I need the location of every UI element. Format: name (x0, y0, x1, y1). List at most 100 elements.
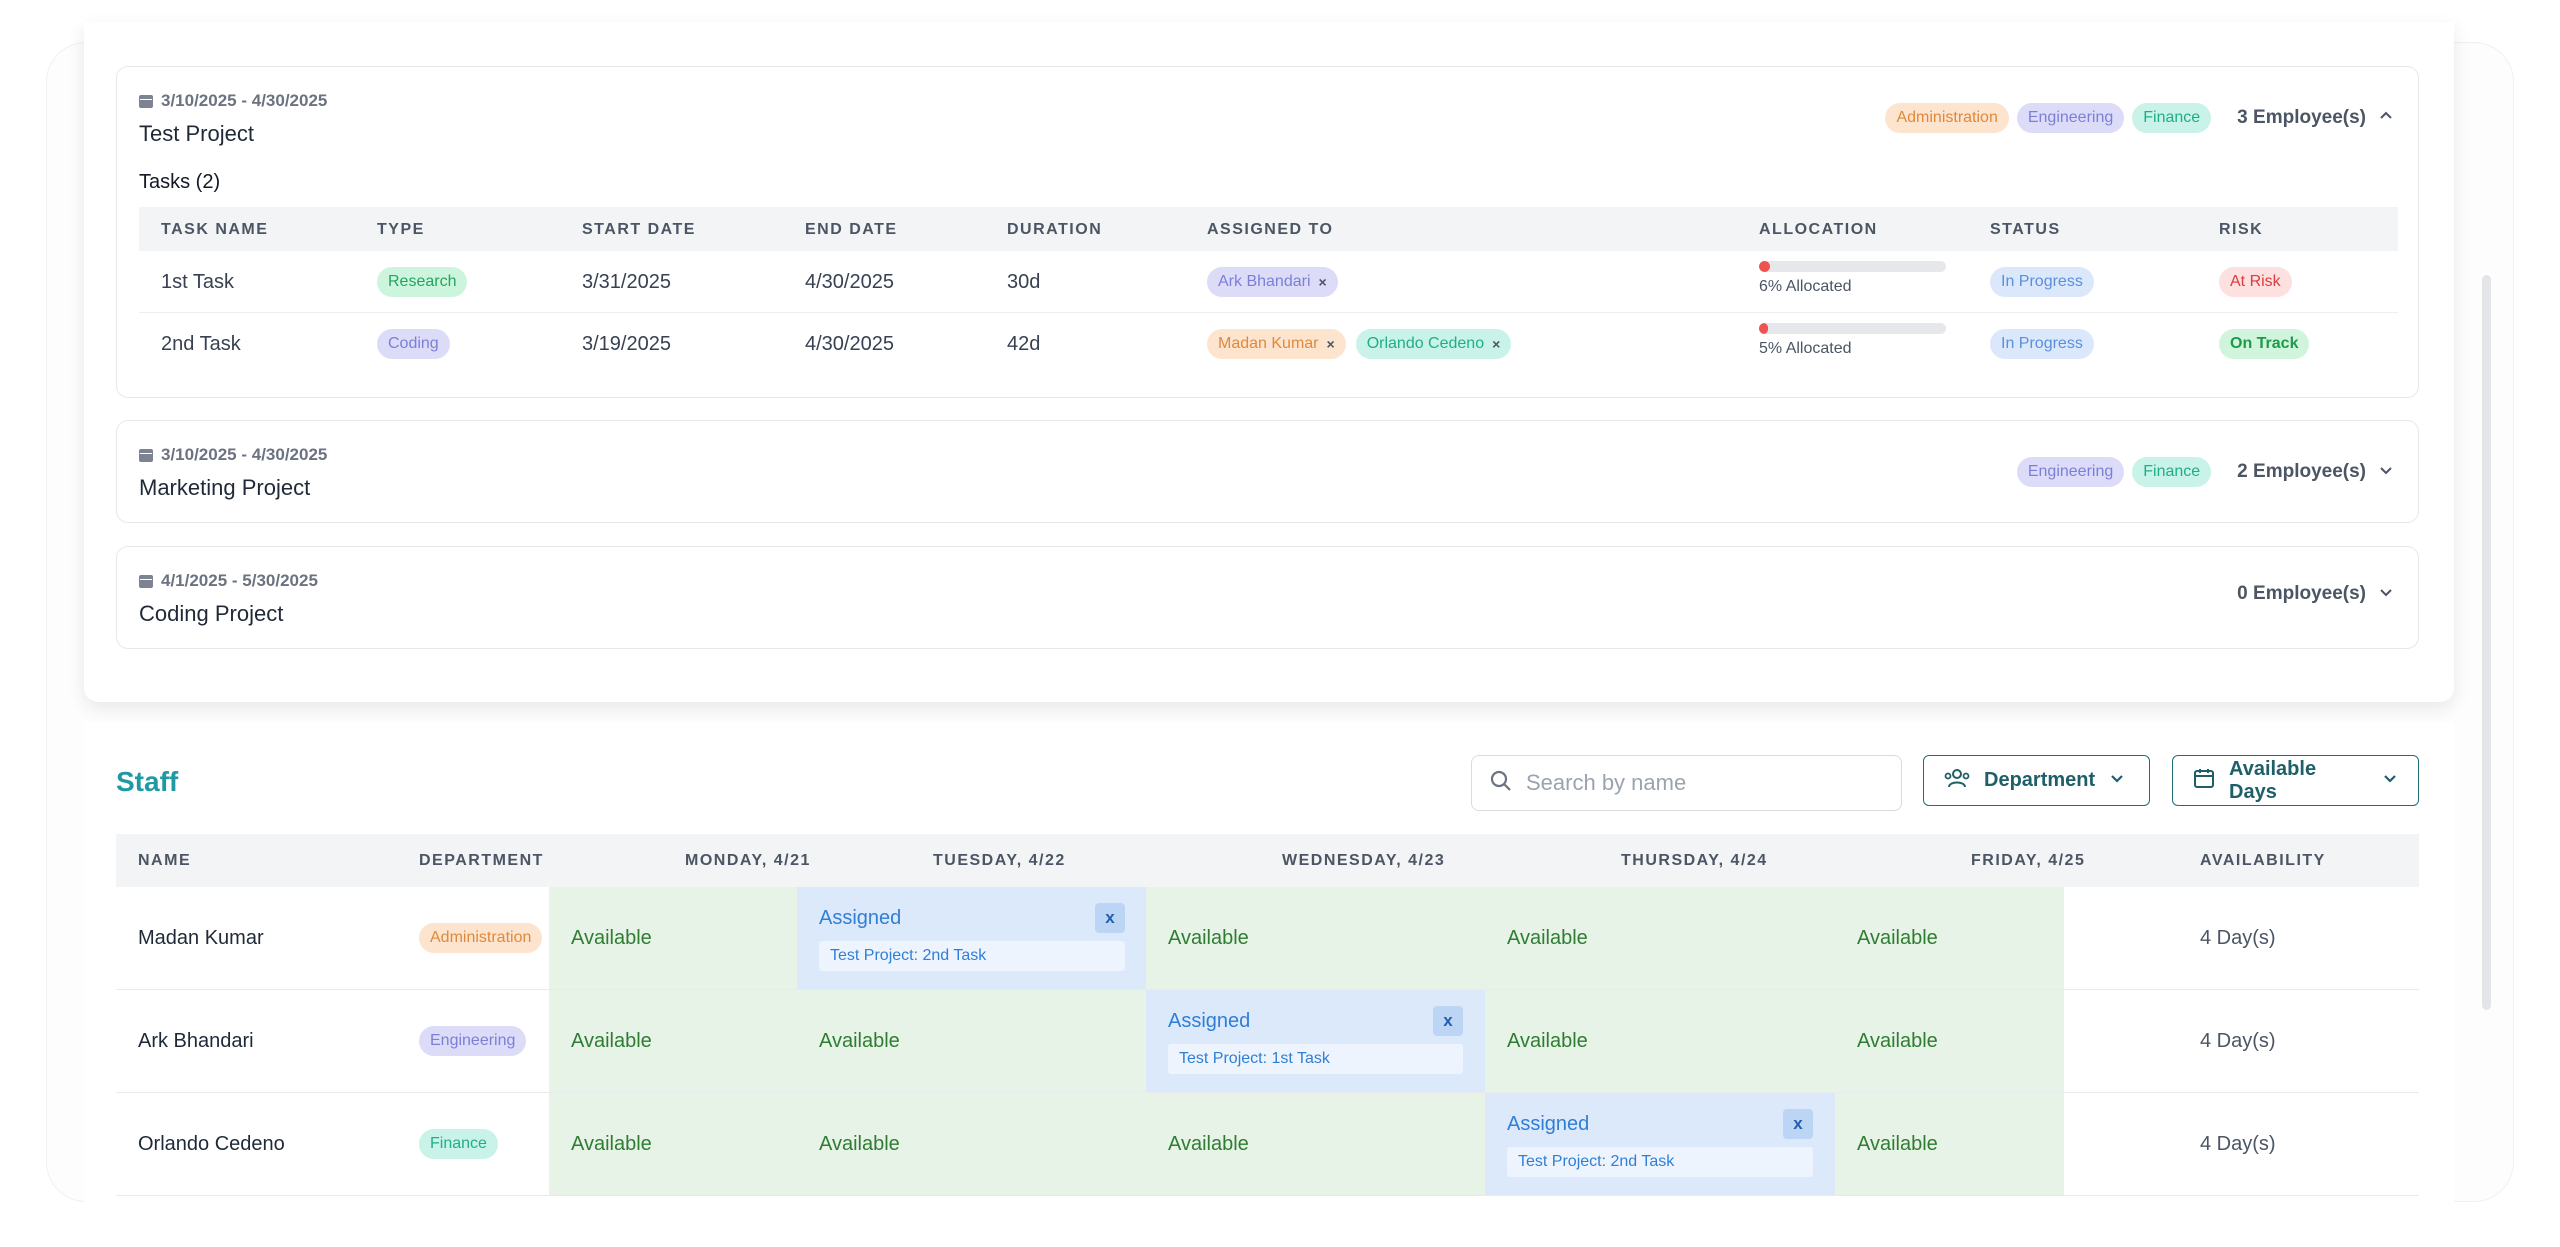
remove-assignee-icon[interactable]: × (1327, 336, 1335, 352)
staff-department: Administration (419, 887, 543, 989)
staff-department: Finance (419, 1093, 498, 1195)
project-summary: 0 Employee(s) (2219, 583, 2394, 605)
task-name: 1st Task (161, 270, 234, 293)
day-cell-available[interactable]: Available (797, 1093, 1147, 1195)
column-header: FRIDAY, 4/25 (1971, 852, 2086, 869)
day-cell-available[interactable]: Available (1146, 887, 1485, 989)
staff-name: Madan Kumar (138, 926, 264, 949)
task-end-date: 4/30/2025 (805, 332, 894, 355)
column-header: DURATION (1007, 221, 1103, 238)
department-badge: Engineering (2016, 103, 2125, 133)
calendar-icon (139, 574, 153, 588)
allocation-text: 6% Allocated (1759, 278, 1852, 295)
day-cell-available[interactable]: Available (549, 990, 797, 1092)
project-title: Test Project (139, 121, 254, 146)
chevron-up-icon[interactable] (2378, 108, 2394, 129)
allocation-bar (1759, 323, 1946, 334)
day-cell-available[interactable]: Available (1835, 990, 2064, 1092)
unassign-button[interactable]: x (1095, 903, 1125, 933)
remove-assignee-icon[interactable]: × (1492, 336, 1500, 352)
day-cell-available[interactable]: Available (1835, 1093, 2064, 1195)
chevron-down-icon[interactable] (2378, 462, 2394, 483)
allocation-fill (1759, 261, 1771, 272)
assignee-name: Ark Bhandari (1218, 273, 1311, 290)
task-type-badge: Research (377, 267, 468, 297)
department-filter-button[interactable]: Department (1923, 755, 2150, 806)
department-filter-label: Department (1984, 769, 2096, 791)
staff-table-header: NAME DEPARTMENT MONDAY, 4/21 TUESDAY, 4/… (116, 834, 2419, 887)
unassign-button[interactable]: x (1433, 1006, 1463, 1036)
task-duration: 30d (1007, 270, 1041, 293)
assignee-chip: Orlando Cedeno × (1355, 329, 1512, 359)
assignee-name: Orlando Cedeno (1366, 335, 1485, 352)
column-header: NAME (138, 852, 192, 869)
department-badge: Finance (2132, 457, 2212, 487)
day-cell-available[interactable]: Available (549, 1093, 797, 1195)
assignee-name: Madan Kumar (1218, 335, 1319, 352)
available-days-filter-button[interactable]: Available Days (2172, 755, 2419, 806)
project-date: 4/1/2025 - 5/30/2025 (139, 571, 318, 591)
day-cell-available[interactable]: Available (1835, 887, 2064, 989)
day-cell-assigned[interactable]: Assigned x Test Project: 2nd Task (1485, 1093, 1835, 1195)
department-badge: Administration (1885, 103, 2009, 133)
day-cell-available[interactable]: Available (797, 990, 1147, 1092)
day-cell-assigned[interactable]: Assigned x Test Project: 1st Task (1146, 990, 1485, 1092)
column-header: DEPARTMENT (419, 852, 544, 869)
day-cell-available[interactable]: Available (1485, 990, 1835, 1092)
staff-row[interactable]: Madan Kumar Administration Available Assign… (116, 887, 2419, 990)
scrollbar-thumb[interactable] (2482, 275, 2491, 1010)
column-header: STATUS (1990, 221, 2061, 238)
availability-count: 4 Day(s) (2200, 1132, 2276, 1155)
project-title: Coding Project (139, 601, 284, 626)
day-cell-available[interactable]: Available (549, 887, 797, 989)
search-box[interactable] (1471, 755, 1902, 811)
allocation: 6% Allocated (1759, 261, 1946, 296)
remove-assignee-icon[interactable]: × (1319, 274, 1327, 290)
allocation: 5% Allocated (1759, 323, 1946, 358)
project-date-text: 3/10/2025 - 4/30/2025 (161, 91, 328, 110)
task-duration: 42d (1007, 332, 1041, 355)
risk-badge: At Risk (2219, 267, 2292, 297)
chevron-down-icon (2382, 769, 2398, 792)
day-cell-assigned[interactable]: Assigned x Test Project: 2nd Task (797, 887, 1147, 989)
availability-count: 4 Day(s) (2200, 1029, 2276, 1052)
assigned-task: Test Project: 1st Task (1168, 1044, 1463, 1074)
department-badge: Engineering (419, 1026, 527, 1056)
department-badge: Finance (419, 1129, 498, 1159)
calendar-icon (2193, 767, 2215, 795)
allocation-fill (1759, 323, 1769, 334)
project-card-test[interactable]: 3/10/2025 - 4/30/2025 Test Project Admin… (116, 66, 2419, 398)
day-cell-available[interactable]: Available (1485, 887, 1835, 989)
project-card-coding[interactable]: 4/1/2025 - 5/30/2025 Coding Project 0 Em… (116, 546, 2419, 649)
column-header: START DATE (582, 221, 696, 238)
assigned-label: Assigned (819, 906, 902, 929)
employee-count[interactable]: 0 Employee(s) (2237, 583, 2366, 605)
day-cell-available[interactable]: Available (1146, 1093, 1485, 1195)
chevron-down-icon[interactable] (2378, 584, 2394, 605)
column-header: ALLOCATION (1759, 221, 1878, 238)
allocation-bar (1759, 261, 1946, 272)
task-start-date: 3/31/2025 (582, 270, 671, 293)
task-start-date: 3/19/2025 (582, 332, 671, 355)
column-header: MONDAY, 4/21 (685, 852, 811, 869)
project-card-marketing[interactable]: 3/10/2025 - 4/30/2025 Marketing Project … (116, 420, 2419, 523)
tasks-table-header: TASK NAME TYPE START DATE END DATE DURAT… (139, 207, 2398, 251)
employee-count[interactable]: 3 Employee(s) (2237, 107, 2366, 129)
search-input[interactable] (1526, 770, 1886, 796)
task-row[interactable]: 1st Task Research 3/31/2025 4/30/2025 30… (139, 251, 2398, 313)
project-date-text: 3/10/2025 - 4/30/2025 (161, 445, 328, 464)
staff-row[interactable]: Orlando Cedeno Finance Available Available A… (116, 1093, 2419, 1196)
unassign-button[interactable]: x (1783, 1109, 1813, 1139)
allocation-text: 5% Allocated (1759, 340, 1852, 357)
staff-row[interactable]: Ark Bhandari Engineering Available Availabl… (116, 990, 2419, 1093)
tasks-heading: Tasks (2) (139, 171, 221, 193)
availability-count: 4 Day(s) (2200, 926, 2276, 949)
calendar-icon (139, 94, 153, 108)
task-row[interactable]: 2nd Task Coding 3/19/2025 4/30/2025 42d … (139, 313, 2398, 375)
column-header: THURSDAY, 4/24 (1621, 852, 1768, 869)
employee-count[interactable]: 2 Employee(s) (2237, 461, 2366, 483)
column-header: RISK (2219, 221, 2264, 238)
column-header: TUESDAY, 4/22 (933, 852, 1066, 869)
project-summary: Engineering Finance 2 Employee(s) (2016, 457, 2394, 487)
assignee-chip: Madan Kumar × (1207, 329, 1346, 359)
